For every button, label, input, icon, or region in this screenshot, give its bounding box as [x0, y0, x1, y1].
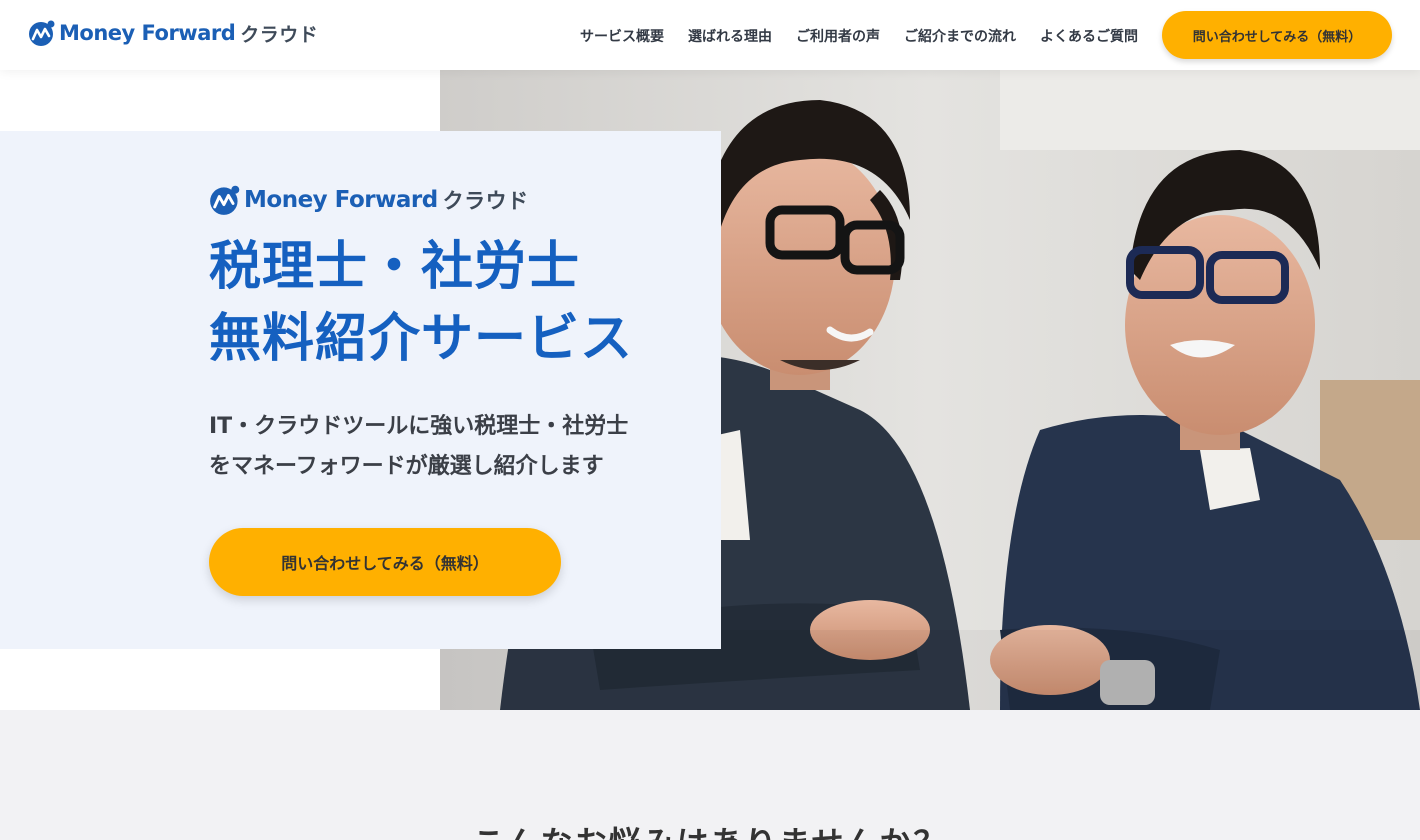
nav-item-flow[interactable]: ご紹介までの流れ: [904, 26, 1016, 46]
nav-item-service-overview[interactable]: サービス概要: [580, 26, 664, 46]
hero-description: IT・クラウドツールに強い税理士・社労士 をマネーフォワードが厳選し紹介します: [209, 407, 689, 487]
nav-item-testimonials[interactable]: ご利用者の声: [796, 26, 880, 46]
nav-item-reasons[interactable]: 選ばれる理由: [688, 26, 772, 46]
money-forward-logo-icon: [29, 20, 55, 46]
main-nav: サービス概要 選ばれる理由 ご利用者の声 ご紹介までの流れ よくあるご質問: [580, 26, 1138, 46]
logo-sub-text: クラウド: [240, 23, 319, 46]
header-contact-button[interactable]: 問い合わせしてみる（無料）: [1162, 11, 1392, 59]
hero-title: 税理士・社労士 無料紹介サービス: [209, 231, 689, 375]
hero-contact-button[interactable]: 問い合わせしてみる（無料）: [209, 528, 561, 596]
hero-description-line-1: IT・クラウドツールに強い税理士・社労士: [209, 414, 629, 439]
nav-item-faq[interactable]: よくあるご質問: [1040, 26, 1138, 46]
money-forward-logo-icon: [210, 185, 240, 215]
hero-logo-sub-text: クラウド: [442, 189, 529, 213]
header-logo[interactable]: Money Forward クラウド: [28, 19, 318, 47]
hero-title-line-2: 無料紹介サービス: [209, 309, 634, 369]
site-header: Money Forward クラウド サービス概要 選ばれる理由 ご利用者の声 …: [0, 0, 1420, 70]
hero-description-line-2: をマネーフォワードが厳選し紹介します: [209, 454, 604, 479]
page: Money Forward クラウド サービス概要 選ばれる理由 ご利用者の声 …: [0, 0, 1420, 840]
hero-title-line-1: 税理士・社労士: [209, 237, 581, 297]
logo-brand-text: Money Forward: [59, 21, 236, 45]
problems-section: こんなお悩みはありませんか？: [0, 710, 1420, 840]
hero-logo: Money Forward クラウド: [209, 184, 529, 216]
problems-heading: こんなお悩みはありませんか？: [0, 818, 1420, 840]
hero-card: Money Forward クラウド 税理士・社労士 無料紹介サービス IT・ク…: [0, 131, 721, 649]
hero-logo-brand-text: Money Forward: [244, 187, 438, 213]
